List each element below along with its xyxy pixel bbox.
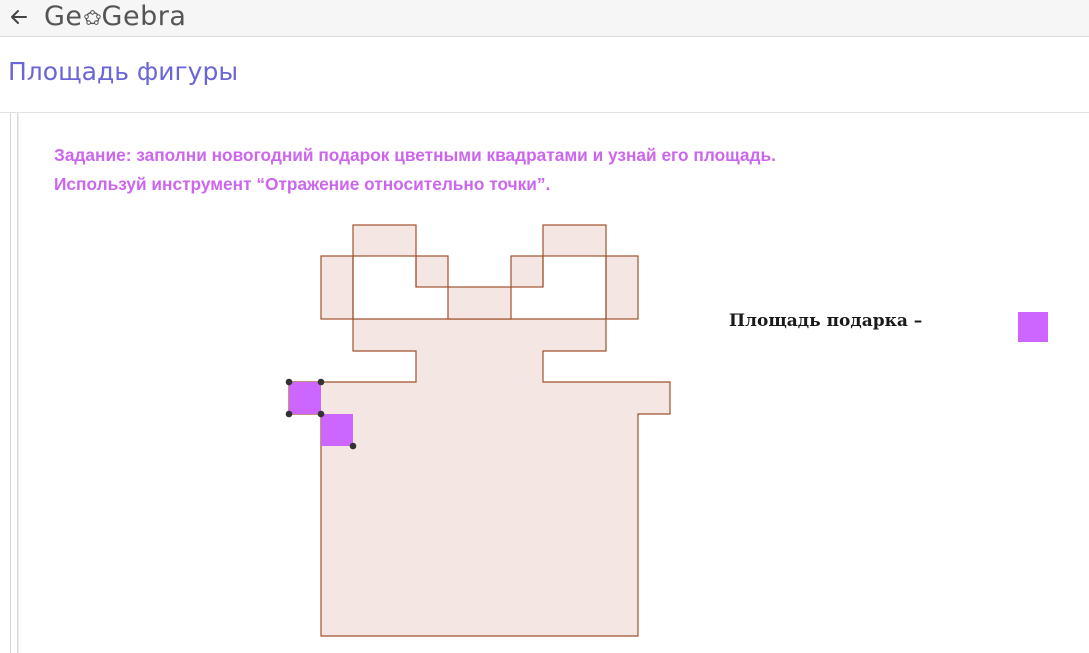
bow-cell xyxy=(352,224,417,257)
logo-text-ge: Ge xyxy=(44,1,83,32)
bow-cell xyxy=(510,255,544,288)
back-arrow-icon[interactable] xyxy=(6,4,32,30)
task-line-1: Задание: заполни новогодний подарок цвет… xyxy=(54,145,776,165)
task-text: Задание: заполни новогодний подарок цвет… xyxy=(54,141,776,199)
colored-square[interactable] xyxy=(289,382,321,414)
top-bar: Ge Gebra xyxy=(0,0,1089,37)
geogebra-applet[interactable]: Задание: заполни новогодний подарок цвет… xyxy=(10,113,1089,653)
bow-cell xyxy=(320,255,354,320)
bow-cell xyxy=(447,286,512,320)
bow-cell xyxy=(542,224,607,257)
geogebra-logo[interactable]: Ge Gebra xyxy=(44,1,186,33)
point xyxy=(349,442,357,450)
bow-cell xyxy=(605,255,639,320)
geogebra-logo-icon xyxy=(83,10,101,25)
point xyxy=(317,410,325,418)
bow-cell xyxy=(415,255,449,288)
point xyxy=(285,410,293,418)
gift-body xyxy=(288,318,671,637)
answer-square[interactable] xyxy=(1018,312,1048,342)
point xyxy=(317,378,325,386)
task-line-2: Используй инструмент “Отражение относите… xyxy=(54,174,551,194)
colored-square[interactable] xyxy=(321,414,353,446)
logo-text-gebra: Gebra xyxy=(101,1,187,32)
point xyxy=(285,378,293,386)
page-title: Площадь фигуры xyxy=(8,57,239,86)
area-label: Площадь подарка – xyxy=(729,311,923,331)
